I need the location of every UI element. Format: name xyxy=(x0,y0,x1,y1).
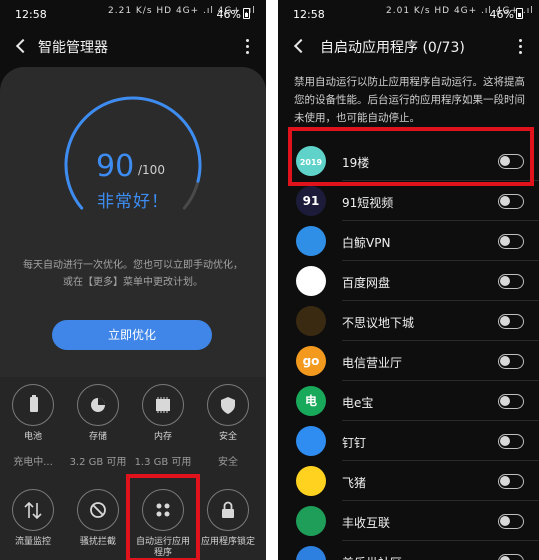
tile-value: 1.3 GB 可用 xyxy=(134,457,192,468)
status-bar: 12:58 2.01 K/s HD 4G+ .ıl 4G+ .ıl 46% xyxy=(278,0,539,28)
app-fliggy-icon xyxy=(296,466,326,496)
tile-label: 骚扰拦截 xyxy=(79,537,116,547)
auto-run-toggle[interactable] xyxy=(498,434,524,449)
battery-icon xyxy=(516,8,523,19)
more-options-icon[interactable] xyxy=(515,37,525,55)
app-row[interactable]: 电 电e宝 xyxy=(278,381,539,421)
app-name: 电e宝 xyxy=(342,396,374,410)
auto-run-toggle[interactable] xyxy=(498,194,524,209)
battery-percent: 46% xyxy=(216,8,241,21)
status-time: 12:58 xyxy=(293,8,325,21)
app-baidu-pan-icon xyxy=(296,266,326,296)
optimize-description: 每天自动进行一次优化。您也可以立即手动优化，或在【更多】菜单中更改计划。 xyxy=(23,260,243,288)
auto-run-toggle[interactable] xyxy=(498,234,524,249)
score-status: 非常好！ xyxy=(97,192,169,212)
highlight-box-auto-run xyxy=(126,474,200,560)
app-91-icon: 91 xyxy=(296,186,326,216)
more-options-icon[interactable] xyxy=(242,37,252,55)
tile-label: 应用程序锁定 xyxy=(200,537,255,547)
app-row[interactable]: 不思议地下城 xyxy=(278,301,539,341)
block-icon xyxy=(77,489,119,531)
tile-value: 安全 xyxy=(218,457,238,468)
up-down-arrows-icon xyxy=(12,489,54,531)
tile-data-monitor[interactable]: 流量监控 xyxy=(2,489,64,548)
app-name: 白鲸VPN xyxy=(342,236,391,250)
tile-value: 充电中... xyxy=(13,457,53,468)
tile-label: 内存 xyxy=(153,432,172,442)
tile-app-lock[interactable]: 应用程序锁定 xyxy=(197,489,259,548)
app-icon-text: go xyxy=(302,354,320,368)
app-icon-text: 电 xyxy=(304,394,317,408)
app-icon-text: 91 xyxy=(302,194,320,208)
auto-run-toggle[interactable] xyxy=(498,474,524,489)
app-row[interactable]: 美乐世社区 xyxy=(278,541,539,560)
score-card: 90 /100 非常好！ 每天自动进行一次优化。您也可以立即手动优化，或在【更多… xyxy=(0,67,266,377)
app-row[interactable]: 钉钉 xyxy=(278,421,539,461)
app-whale-icon xyxy=(296,226,326,256)
app-name: 钉钉 xyxy=(342,436,367,450)
back-arrow-icon[interactable] xyxy=(12,36,32,56)
app-name: 不思议地下城 xyxy=(342,316,415,330)
memory-chip-icon xyxy=(142,384,184,426)
app-row[interactable]: 飞猪 xyxy=(278,461,539,501)
battery-icon xyxy=(243,8,250,19)
app-dungeon-icon xyxy=(296,306,326,336)
app-dingtalk-icon xyxy=(296,426,326,456)
auto-run-toggle[interactable] xyxy=(498,514,524,529)
status-time: 12:58 xyxy=(15,8,47,21)
tile-storage[interactable]: 存储 3.2 GB 可用 xyxy=(67,384,129,468)
app-row[interactable]: 91 91短视频 xyxy=(278,181,539,221)
tile-call-block[interactable]: 骚扰拦截 xyxy=(67,489,129,548)
app-dianebao-icon: 电 xyxy=(296,386,326,416)
tile-security[interactable]: 安全 安全 xyxy=(197,384,259,468)
app-telecom-icon: go xyxy=(296,346,326,376)
auto-run-toggle[interactable] xyxy=(498,354,524,369)
battery-indicator: 46% xyxy=(490,8,523,21)
tile-label: 存储 xyxy=(88,432,107,442)
score-value: 90 xyxy=(96,149,135,184)
app-bar: 自启动应用程序 (0/73) xyxy=(278,28,539,66)
auto-run-description: 禁用自动运行以防止应用程序自动运行。这将提高您的设备性能。后台运行的应用程序如果… xyxy=(294,76,525,124)
pie-chart-icon xyxy=(77,384,119,426)
auto-run-toggle[interactable] xyxy=(498,394,524,409)
back-arrow-icon[interactable] xyxy=(290,36,310,56)
device-care-screen: 12:58 2.21 K/s HD 4G+ .ıl 4G+ .ıl 46% 智能… xyxy=(0,0,266,560)
tile-label: 安全 xyxy=(218,432,237,442)
highlight-box-19lou xyxy=(288,127,534,186)
app-name: 美乐世社区 xyxy=(342,554,402,560)
battery-icon xyxy=(12,384,54,426)
page-title: 智能管理器 xyxy=(38,40,108,56)
optimize-now-button[interactable]: 立即优化 xyxy=(52,320,212,350)
auto-run-toggle[interactable] xyxy=(498,554,524,560)
tile-battery[interactable]: 电池 充电中... xyxy=(2,384,64,468)
lock-icon xyxy=(207,489,249,531)
app-name: 百度网盘 xyxy=(342,276,391,290)
auto-run-apps-screen: 12:58 2.01 K/s HD 4G+ .ıl 4G+ .ıl 46% 自启… xyxy=(278,0,539,560)
battery-indicator: 46% xyxy=(217,8,250,21)
app-fengshou-icon xyxy=(296,506,326,536)
status-bar: 12:58 2.21 K/s HD 4G+ .ıl 4G+ .ıl 46% xyxy=(0,0,266,28)
app-row[interactable]: go 电信营业厅 xyxy=(278,341,539,381)
tile-memory[interactable]: 内存 1.3 GB 可用 xyxy=(132,384,194,468)
auto-run-toggle[interactable] xyxy=(498,314,524,329)
page-title: 自启动应用程序 (0/73) xyxy=(320,40,465,56)
shield-icon xyxy=(207,384,249,426)
app-community-icon xyxy=(296,546,326,560)
score-max: /100 xyxy=(138,163,165,177)
app-bar: 智能管理器 xyxy=(0,28,266,66)
app-row[interactable]: 丰收互联 xyxy=(278,501,539,541)
app-row[interactable]: 百度网盘 xyxy=(278,261,539,301)
tile-label: 流量监控 xyxy=(14,537,51,547)
app-row[interactable]: 白鲸VPN xyxy=(278,221,539,261)
app-name: 电信营业厅 xyxy=(342,356,403,370)
battery-percent: 46% xyxy=(489,8,514,21)
app-name: 飞猪 xyxy=(342,476,367,490)
app-name: 91短视频 xyxy=(342,196,394,210)
tile-label: 电池 xyxy=(23,432,42,442)
auto-run-toggle[interactable] xyxy=(498,274,524,289)
tile-value: 3.2 GB 可用 xyxy=(69,457,127,468)
app-name: 丰收互联 xyxy=(342,516,391,530)
